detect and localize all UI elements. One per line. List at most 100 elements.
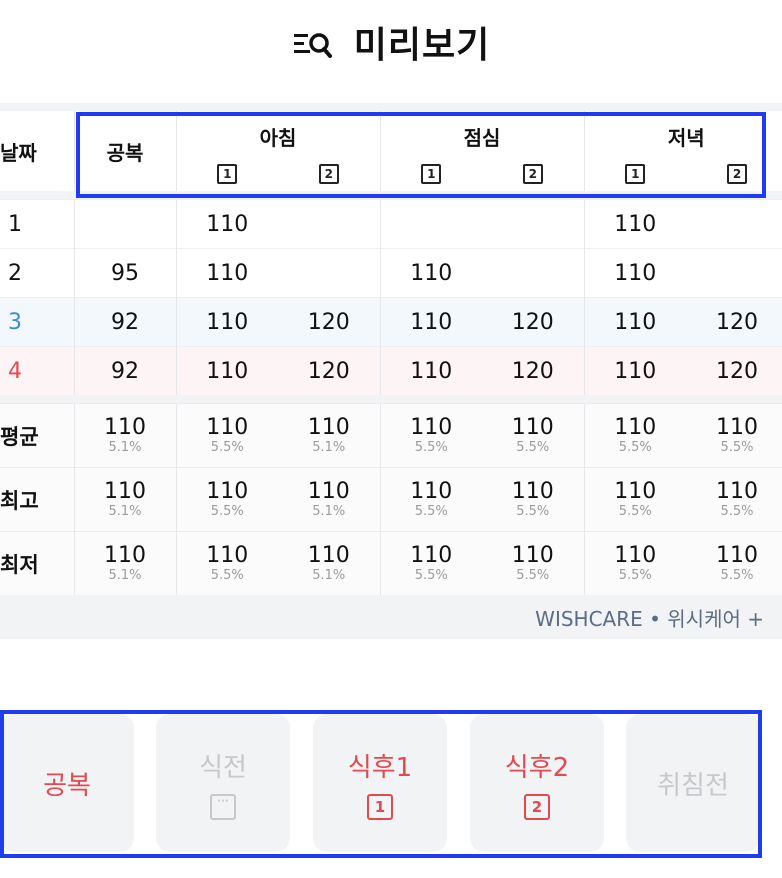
cell-value	[379, 199, 482, 249]
stat-cell: 110 5.1%	[73, 531, 176, 595]
stat-value: 110	[716, 542, 758, 568]
stat-percent: 5.1%	[312, 567, 346, 583]
stat-value: 110	[511, 478, 554, 504]
stat-rows: 평균 110 5.1% 110 5.5% 110 5.1% 110 5.5% 1…	[0, 403, 782, 595]
column-header-lunch: 점심	[379, 111, 584, 151]
stat-value: 110	[206, 478, 249, 504]
stat-value: 110	[206, 414, 249, 440]
table-row: 1 110 110	[0, 199, 782, 249]
stat-percent: 5.1%	[108, 567, 142, 583]
cell-fasting	[73, 199, 176, 249]
stat-cell: 110 5.5%	[175, 467, 278, 532]
stat-value: 110	[511, 414, 554, 440]
table-row: 3 92 110 120 110 120 110 120	[0, 297, 782, 347]
stat-value: 110	[410, 414, 453, 440]
stat-cell: 110 5.5%	[482, 531, 584, 595]
stat-value: 110	[104, 414, 146, 440]
cell-value: 110	[583, 346, 686, 395]
row-date: 4	[0, 346, 74, 395]
column-header-date: 날짜	[0, 111, 74, 191]
stat-row: 평균 110 5.1% 110 5.5% 110 5.1% 110 5.5% 1…	[0, 403, 782, 468]
button-label: 식후1	[347, 752, 413, 783]
slot-1-icon: 1	[625, 163, 646, 184]
stat-percent: 5.5%	[414, 439, 448, 455]
button-label: 공복	[43, 770, 91, 801]
stat-cell: 110 5.5%	[686, 403, 782, 468]
cell-value: 110	[379, 346, 482, 395]
cell-value: 120	[278, 297, 380, 347]
stat-cell: 110 5.5%	[175, 531, 278, 595]
stat-percent: 5.5%	[516, 567, 550, 583]
cell-value: 110	[175, 297, 278, 347]
stat-percent: 5.1%	[312, 503, 346, 519]
slot-1-icon: 1	[217, 163, 238, 184]
search-list-icon	[293, 33, 332, 58]
stat-percent: 5.5%	[618, 503, 652, 519]
fasting-button[interactable]: 공복	[0, 714, 134, 852]
button-label: 식후2	[504, 752, 570, 783]
cell-value	[686, 248, 782, 298]
stat-cell: 110 5.5%	[686, 467, 782, 532]
after-meal-1-button[interactable]: 식후1 1	[313, 714, 447, 852]
before-meal-button[interactable]: 식전 ···	[156, 714, 290, 852]
bedtime-button[interactable]: 취침전	[626, 714, 760, 852]
cell-value: 120	[482, 297, 584, 347]
stat-value: 110	[614, 414, 657, 440]
slot-2-icon: 2	[727, 163, 747, 184]
stat-percent: 5.5%	[618, 567, 652, 583]
stat-value: 110	[307, 542, 350, 568]
stat-percent: 5.5%	[720, 439, 754, 455]
stat-cell: 110 5.5%	[686, 531, 782, 595]
stat-value: 110	[716, 478, 758, 504]
slot-2-icon: 2	[522, 163, 543, 184]
stat-cell: 110 5.5%	[583, 467, 686, 532]
stat-cell: 110 5.1%	[73, 467, 176, 532]
row-date: 1	[0, 199, 74, 249]
button-label: 식전	[199, 752, 247, 783]
cell-value	[278, 199, 380, 249]
stat-value: 110	[307, 414, 350, 440]
stat-row: 최저 110 5.1% 110 5.5% 110 5.1% 110 5.5% 1…	[0, 531, 782, 595]
cell-value: 110	[583, 199, 686, 249]
cell-value	[278, 248, 380, 298]
stat-percent: 5.5%	[414, 503, 448, 519]
stat-value: 110	[614, 542, 657, 568]
stat-value: 110	[307, 478, 350, 504]
page-title: 미리보기	[353, 25, 491, 66]
day-rows: 1 110 110 2 95 110 110 110 3 92 110 120 110 120 110 120…	[0, 199, 782, 395]
stat-value: 110	[206, 542, 249, 568]
stat-cell: 110 5.5%	[583, 531, 686, 595]
stat-row: 최고 110 5.1% 110 5.5% 110 5.1% 110 5.5% 1…	[0, 467, 782, 532]
stat-percent: 5.5%	[210, 439, 244, 455]
preview-table-container: 날짜 공복 아침 점심 저녁 1 2 1 2 1 2 1 110 110 2 95 110…	[0, 103, 782, 639]
stat-cell: 110 5.5%	[379, 403, 482, 468]
cell-value: 110	[583, 248, 686, 298]
row-date: 3	[0, 297, 74, 347]
cell-fasting: 92	[73, 346, 176, 395]
title-bar: 미리보기	[0, 0, 782, 84]
after-meal-2-button[interactable]: 식후2 2	[470, 714, 604, 852]
stat-label: 평균	[0, 403, 74, 468]
column-header-fasting: 공복	[73, 111, 176, 191]
column-header-breakfast: 아침	[175, 111, 380, 151]
stat-value: 110	[716, 414, 758, 440]
preview-table: 날짜 공복 아침 점심 저녁 1 2 1 2 1 2 1 110 110 2 95 110…	[0, 111, 782, 639]
stat-cell: 110 5.5%	[175, 403, 278, 468]
slot-1-icon: 1	[421, 163, 442, 184]
stat-cell: 110 5.5%	[583, 403, 686, 468]
row-date: 2	[0, 248, 74, 298]
cell-fasting: 92	[73, 297, 176, 347]
cell-value: 120	[482, 346, 584, 395]
cell-value	[686, 199, 782, 249]
slot-2-icon: 2	[318, 163, 339, 184]
button-label: 취침전	[657, 770, 729, 801]
stat-cell: 110 5.5%	[482, 467, 584, 532]
cell-value: 110	[175, 248, 278, 298]
stat-value: 110	[104, 542, 146, 568]
stat-percent: 5.5%	[516, 503, 550, 519]
stat-percent: 5.5%	[720, 567, 754, 583]
stat-value: 110	[410, 478, 453, 504]
table-header: 날짜 공복 아침 점심 저녁 1 2 1 2 1 2	[0, 111, 782, 191]
stat-percent: 5.5%	[618, 439, 652, 455]
stat-cell: 110 5.1%	[278, 403, 380, 468]
